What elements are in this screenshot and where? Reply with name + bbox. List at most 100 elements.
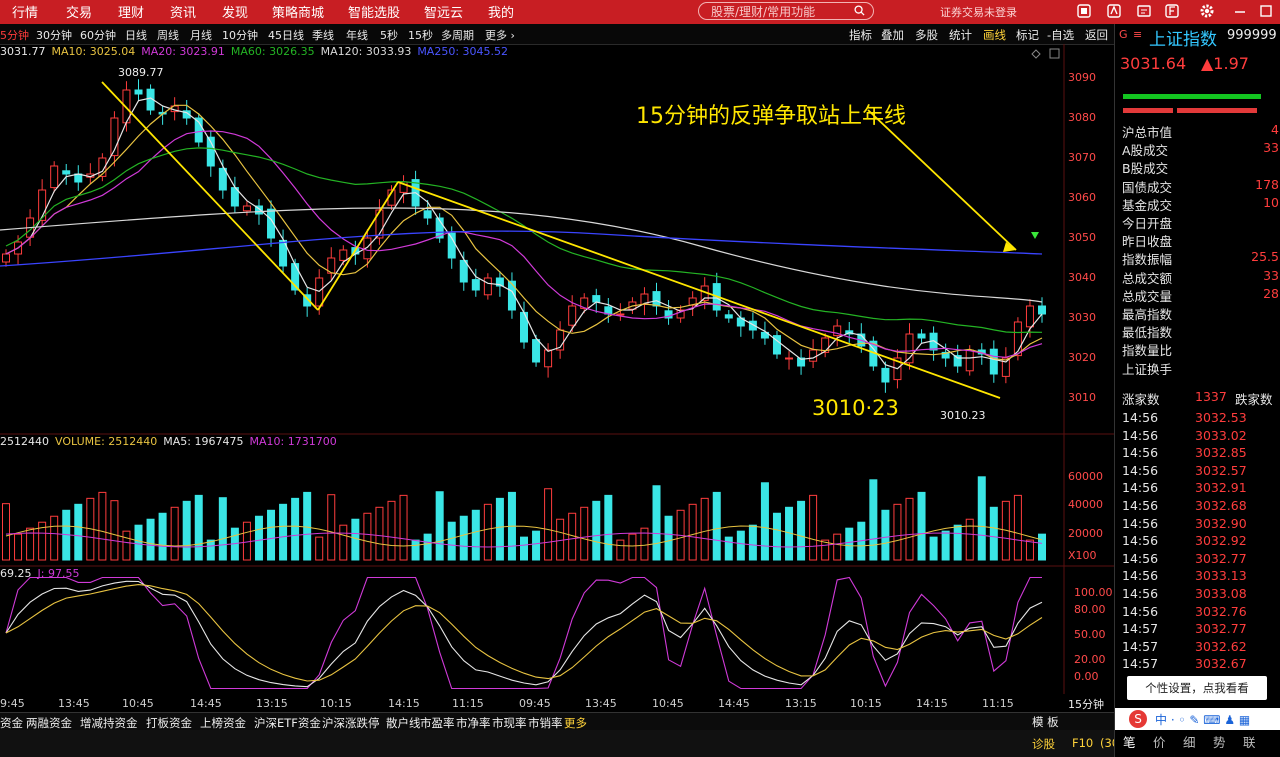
volume-bar-67	[809, 494, 818, 561]
panel-value-4: 10	[1263, 194, 1279, 210]
tool-7[interactable]: 返回	[1085, 27, 1108, 43]
candle-body-44	[532, 339, 541, 363]
toolbox-icon[interactable]	[1076, 3, 1092, 19]
time-tick-2: 10:45	[122, 697, 154, 710]
period-tab-8[interactable]: 季线	[312, 27, 334, 43]
volume-bar-79	[953, 524, 962, 561]
bottom-tab-3[interactable]: 打板资金	[146, 715, 192, 731]
nav-item-6[interactable]: 智能选股	[348, 2, 400, 21]
panel-tab-3[interactable]: 势	[1213, 732, 1226, 751]
bar-red-2	[1177, 108, 1257, 113]
period-tab-13[interactable]: 更多 ›	[485, 27, 515, 43]
tool-3[interactable]: 统计	[949, 27, 972, 43]
nav-item-3[interactable]: 资讯	[170, 2, 196, 21]
period-tab-10[interactable]: 5秒	[380, 27, 398, 43]
bottom-tab-12[interactable]: 更多	[564, 715, 587, 731]
template-tab[interactable]: 模 板	[1032, 714, 1059, 730]
nav-item-7[interactable]: 智远云	[424, 2, 463, 21]
volume-bar-82	[989, 506, 998, 561]
bottom-tab-5[interactable]: 沪深ETF资金	[254, 715, 321, 731]
bottom-tab-10[interactable]: 市现率	[492, 715, 527, 731]
tool-2[interactable]: 多股	[915, 27, 938, 43]
maximize-icon[interactable]	[1258, 3, 1274, 19]
tick-time-1: 14:56	[1122, 427, 1159, 443]
nav-item-0[interactable]: 行情	[12, 2, 38, 21]
bottom-tab-4[interactable]: 上榜资金	[200, 715, 246, 731]
period-tab-5[interactable]: 月线	[190, 27, 212, 43]
period-tab-12[interactable]: 多周期	[441, 27, 474, 43]
volume-bar-59	[712, 491, 721, 561]
login-status[interactable]: 证券交易未登录	[940, 4, 1017, 20]
search-icon[interactable]	[854, 5, 865, 16]
gear-icon[interactable]	[1199, 3, 1215, 19]
volume-bar-69	[833, 533, 842, 561]
bottom-tab-7[interactable]: 散户线	[386, 715, 421, 731]
ma250-line	[0, 230, 1043, 267]
favorite-icon[interactable]	[1106, 3, 1122, 19]
candle-body-85	[1025, 305, 1034, 328]
volume-bar-29	[351, 518, 360, 561]
bottom-tab-6[interactable]: 沪深涨跌停	[322, 715, 380, 731]
bottom-tab-9[interactable]: 市净率	[456, 715, 491, 731]
volume-bar-11	[134, 524, 143, 561]
bottom-tab-1[interactable]: 两融资金	[26, 715, 72, 731]
candle-body-80	[965, 349, 974, 372]
period-tab-1[interactable]: 30分钟	[36, 27, 72, 43]
status-item-1[interactable]: F10	[1072, 736, 1093, 750]
tool-0[interactable]: 指标	[849, 27, 872, 43]
message-icon[interactable]	[1136, 3, 1152, 19]
bottom-tab-11[interactable]: 市销率	[528, 715, 563, 731]
ime-bar[interactable]: S 中 · ◦ ✎ ⌨ ♟ ▦	[1115, 708, 1280, 730]
tool-1[interactable]: 叠加	[881, 27, 904, 43]
bottom-tab-0[interactable]: 资金	[0, 715, 23, 731]
ime-logo-icon[interactable]: S	[1129, 710, 1147, 728]
panel-tab-4[interactable]: 联	[1243, 732, 1256, 751]
period-tab-2[interactable]: 60分钟	[80, 27, 116, 43]
panel-label-4: 基金成交	[1122, 197, 1173, 213]
tool-4[interactable]: 画线	[983, 27, 1006, 43]
tool-6[interactable]: -自选	[1047, 27, 1074, 43]
period-tab-7[interactable]: 45日线	[268, 27, 304, 43]
minimize-icon[interactable]	[1232, 3, 1248, 19]
volume-bar-32	[387, 500, 396, 561]
down-arrow-icon	[1031, 232, 1039, 239]
period-tab-4[interactable]: 周线	[157, 27, 179, 43]
kline-chart-area[interactable]	[0, 44, 1114, 712]
top-nav-bar: 行情 交易 理财 资讯 发现 策略商城 智能选股 智远云 我的 股票/理财/常用功能 证券交易未…	[0, 0, 1280, 24]
ime-text-icon[interactable]: 中 · ◦ ✎ ⌨ ♟ ▦	[1155, 711, 1250, 728]
nav-item-2[interactable]: 理财	[118, 2, 144, 21]
period-tab-6[interactable]: 10分钟	[222, 27, 258, 43]
tooltip[interactable]: 个性设置，点我看看	[1127, 676, 1267, 700]
candle-body-47	[568, 305, 577, 326]
period-tab-11[interactable]: 15秒	[408, 27, 433, 43]
search-input[interactable]: 股票/理财/常用功能	[698, 2, 874, 20]
period-badge[interactable]: 15分钟	[1068, 696, 1104, 712]
volume-bar-26	[315, 536, 324, 561]
candle-body-28	[339, 249, 348, 261]
period-tab-9[interactable]: 年线	[346, 27, 368, 43]
nav-item-5[interactable]: 策略商城	[272, 2, 324, 21]
status-item-0[interactable]: 诊股	[1032, 736, 1055, 752]
panel-tab-2[interactable]: 细	[1183, 732, 1196, 751]
volume-bar-45	[544, 488, 553, 561]
period-tab-3[interactable]: 日线	[125, 27, 147, 43]
panel-label-10: 最高指数	[1122, 307, 1173, 322]
tool-5[interactable]: 标记	[1016, 27, 1039, 43]
time-tick-8: 09:45	[519, 697, 551, 710]
tick-price-8: 3032.77	[1195, 550, 1247, 566]
volume-bar-49	[592, 500, 601, 561]
panel-value-8: 33	[1263, 267, 1279, 283]
bottom-tab-2[interactable]: 增减持资金	[80, 715, 138, 731]
volume-bar-12	[146, 518, 155, 561]
bottom-tab-8[interactable]: 市盈率	[420, 715, 455, 731]
nav-item-1[interactable]: 交易	[66, 2, 92, 21]
panel-tab-1[interactable]: 价	[1153, 732, 1166, 751]
nav-item-8[interactable]: 我的	[488, 2, 514, 21]
panel-tab-0[interactable]: 笔	[1123, 732, 1136, 751]
dash-icon: ≡	[1133, 28, 1143, 41]
font-icon[interactable]	[1164, 3, 1180, 19]
period-tab-0[interactable]: 5分钟	[0, 27, 29, 43]
nav-item-4[interactable]: 发现	[222, 2, 248, 21]
status-row: 诊股F10(300)	[0, 730, 1131, 757]
volume-bar-46	[556, 518, 565, 561]
